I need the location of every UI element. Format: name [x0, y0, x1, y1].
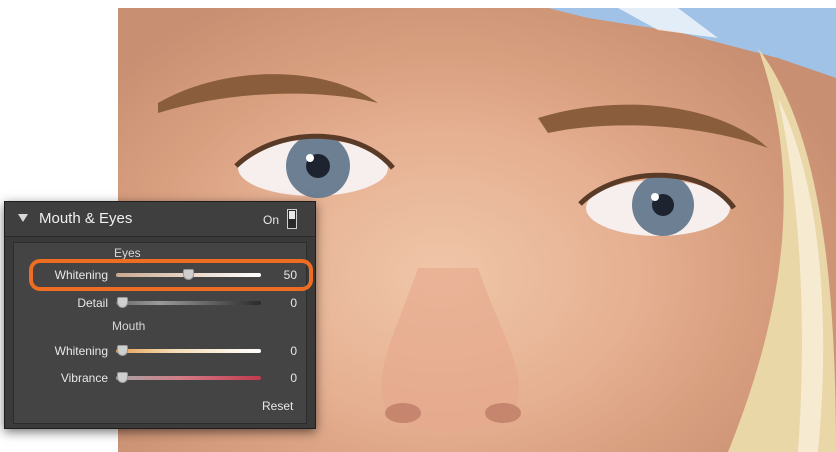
mouth-whitening-handle[interactable]	[117, 345, 128, 356]
highlight-outline	[29, 259, 313, 291]
mouth-vibrance-track[interactable]	[116, 376, 261, 380]
mouth-whitening-track[interactable]	[116, 349, 261, 353]
section-label-eyes: Eyes	[114, 246, 141, 260]
mouth-vibrance-value: 0	[290, 371, 297, 385]
mouth-whitening-label: Whitening	[54, 344, 108, 358]
collapse-triangle-icon[interactable]	[18, 214, 28, 222]
mouth-whitening-value: 0	[290, 344, 297, 358]
mouth-vibrance-label: Vibrance	[60, 371, 108, 385]
eyes-detail-handle[interactable]	[117, 297, 128, 308]
panel-title: Mouth & Eyes	[39, 210, 133, 227]
panel-header[interactable]: Mouth & Eyes On	[5, 202, 315, 237]
on-label: On	[263, 213, 280, 227]
on-toggle[interactable]	[287, 209, 297, 229]
mouth-vibrance-handle[interactable]	[117, 372, 128, 383]
eyes-detail-label: Detail	[77, 296, 108, 310]
eyes-detail-value: 0	[290, 296, 297, 310]
section-label-mouth: Mouth	[112, 319, 146, 333]
mouth-eyes-panel: Mouth & Eyes On	[4, 201, 316, 429]
eyes-detail-track[interactable]	[116, 301, 261, 305]
reset-button[interactable]: Reset	[262, 399, 293, 413]
